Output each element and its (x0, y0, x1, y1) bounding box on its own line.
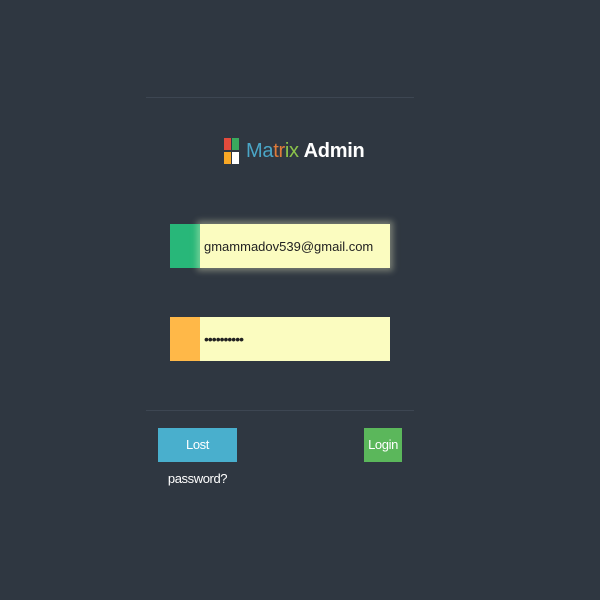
logo-mark-icon (224, 138, 239, 164)
logo-square-white (232, 152, 239, 164)
email-input[interactable] (200, 224, 390, 268)
logo-text: Matrix Admin (246, 137, 365, 165)
logo-text-part-1: Ma (246, 140, 274, 162)
login-page: MatrixAdmin Lost password? Login (0, 0, 600, 600)
email-field-group (170, 224, 390, 268)
form-actions-divider (146, 410, 414, 411)
logo-text-admin: Admin (303, 140, 365, 162)
app-logo: Matrix Admin (224, 137, 365, 165)
logo-square-green (232, 138, 239, 150)
login-button[interactable]: Login (364, 428, 402, 462)
logo-square-orange (224, 152, 231, 164)
lost-password-button[interactable]: Lost password? (158, 428, 237, 486)
top-divider (146, 97, 414, 98)
user-icon (170, 224, 200, 268)
lock-icon (170, 317, 200, 361)
logo-text-part-3: ix (284, 140, 299, 162)
logo-text-part-2: tr (273, 140, 285, 162)
logo-square-red (224, 138, 231, 150)
password-field-group (170, 317, 390, 361)
password-input[interactable] (200, 317, 390, 361)
